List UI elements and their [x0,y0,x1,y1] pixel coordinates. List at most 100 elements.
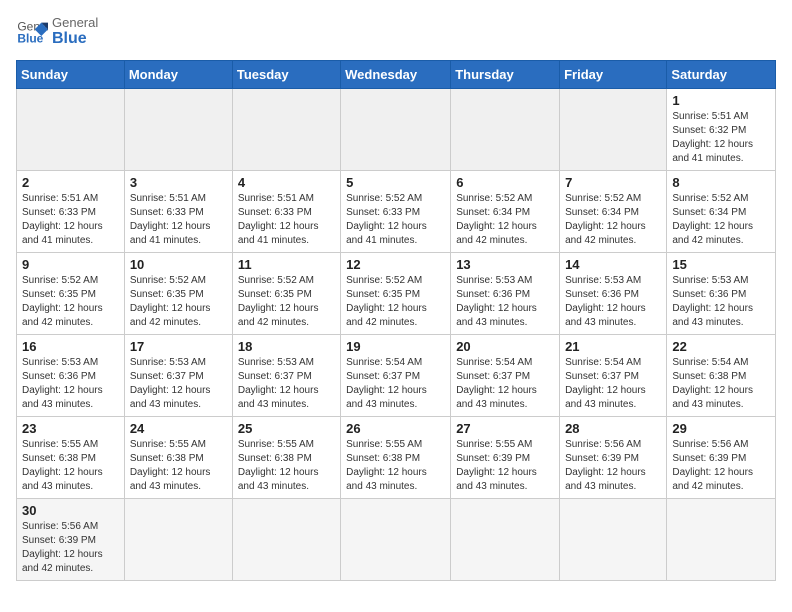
calendar-cell: 30 Sunrise: 5:56 AM Sunset: 6:39 PM Dayli… [17,499,125,581]
calendar-cell: 23 Sunrise: 5:55 AM Sunset: 6:38 PM Dayli… [17,417,125,499]
calendar-cell [124,499,232,581]
calendar-cell: 5Sunrise: 5:52 AM Sunset: 6:33 PM Daylig… [341,171,451,253]
day-number: 16 [22,339,119,354]
day-number: 23 [22,421,119,436]
day-number: 26 [346,421,445,436]
day-info: Sunrise: 5:52 AM Sunset: 6:34 PM Dayligh… [672,192,770,248]
calendar-cell: 20Sunrise: 5:54 AM Sunset: 6:37 PM Dayli… [451,335,560,417]
logo-icon: General Blue [16,16,48,48]
day-number: 1 [672,93,770,108]
calendar-cell: 6 Sunrise: 5:52 AM Sunset: 6:34 PM Daylig… [451,171,560,253]
day-number: 4 [238,175,335,190]
calendar-cell: 14 Sunrise: 5:53 AM Sunset: 6:36 PM Dayli… [560,253,667,335]
calendar-cell [560,499,667,581]
weekday-friday: Friday [560,61,667,89]
day-number: 7 [565,175,661,190]
day-info: Sunrise: 5:55 AM Sunset: 6:38 PM Dayligh… [238,438,335,494]
day-number: 19 [346,339,445,354]
calendar-cell [560,89,667,171]
day-info: Sunrise: 5:54 AM Sunset: 6:38 PM Dayligh… [672,356,770,412]
day-info: Sunrise: 5:55 AM Sunset: 6:39 PM Dayligh… [456,438,554,494]
logo: General Blue General Blue [16,16,98,48]
day-info: Sunrise: 5:56 AM Sunset: 6:39 PM Dayligh… [22,520,119,576]
calendar-cell: 28 Sunrise: 5:56 AM Sunset: 6:39 PM Dayli… [560,417,667,499]
calendar-cell: 16 Sunrise: 5:53 AM Sunset: 6:36 PM Dayli… [17,335,125,417]
day-number: 29 [672,421,770,436]
day-info: Sunrise: 5:54 AM Sunset: 6:37 PM Dayligh… [456,356,554,412]
day-info: Sunrise: 5:55 AM Sunset: 6:38 PM Dayligh… [130,438,227,494]
calendar-cell: 22 Sunrise: 5:54 AM Sunset: 6:38 PM Dayli… [667,335,776,417]
calendar-cell: 4Sunrise: 5:51 AM Sunset: 6:33 PM Daylig… [232,171,340,253]
calendar-cell: 7Sunrise: 5:52 AM Sunset: 6:34 PM Daylig… [560,171,667,253]
calendar-cell: 8 Sunrise: 5:52 AM Sunset: 6:34 PM Daylig… [667,171,776,253]
calendar-cell [341,89,451,171]
calendar-cell: 2 Sunrise: 5:51 AM Sunset: 6:33 PM Daylig… [17,171,125,253]
day-number: 2 [22,175,119,190]
calendar-cell: 15 Sunrise: 5:53 AM Sunset: 6:36 PM Dayli… [667,253,776,335]
calendar-cell [451,89,560,171]
calendar-cell: 13Sunrise: 5:53 AM Sunset: 6:36 PM Dayli… [451,253,560,335]
day-info: Sunrise: 5:51 AM Sunset: 6:32 PM Dayligh… [672,110,770,166]
calendar-cell [17,89,125,171]
calendar-cell [667,499,776,581]
day-number: 30 [22,503,119,518]
day-number: 12 [346,257,445,272]
day-info: Sunrise: 5:55 AM Sunset: 6:38 PM Dayligh… [346,438,445,494]
day-number: 14 [565,257,661,272]
day-number: 17 [130,339,227,354]
calendar: SundayMondayTuesdayWednesdayThursdayFrid… [16,60,776,581]
calendar-cell: 1 Sunrise: 5:51 AM Sunset: 6:32 PM Daylig… [667,89,776,171]
day-info: Sunrise: 5:53 AM Sunset: 6:37 PM Dayligh… [130,356,227,412]
calendar-cell: 19 Sunrise: 5:54 AM Sunset: 6:37 PM Dayli… [341,335,451,417]
day-info: Sunrise: 5:53 AM Sunset: 6:36 PM Dayligh… [22,356,119,412]
day-number: 22 [672,339,770,354]
calendar-cell: 29Sunrise: 5:56 AM Sunset: 6:39 PM Dayli… [667,417,776,499]
day-number: 11 [238,257,335,272]
calendar-cell: 10Sunrise: 5:52 AM Sunset: 6:35 PM Dayli… [124,253,232,335]
week-row-5: 23 Sunrise: 5:55 AM Sunset: 6:38 PM Dayli… [17,417,776,499]
day-number: 24 [130,421,227,436]
calendar-cell: 25Sunrise: 5:55 AM Sunset: 6:38 PM Dayli… [232,417,340,499]
day-info: Sunrise: 5:51 AM Sunset: 6:33 PM Dayligh… [130,192,227,248]
day-number: 28 [565,421,661,436]
day-info: Sunrise: 5:52 AM Sunset: 6:35 PM Dayligh… [22,274,119,330]
weekday-tuesday: Tuesday [232,61,340,89]
week-row-6: 30 Sunrise: 5:56 AM Sunset: 6:39 PM Dayli… [17,499,776,581]
day-info: Sunrise: 5:52 AM Sunset: 6:35 PM Dayligh… [238,274,335,330]
weekday-thursday: Thursday [451,61,560,89]
day-number: 10 [130,257,227,272]
day-number: 6 [456,175,554,190]
day-info: Sunrise: 5:52 AM Sunset: 6:35 PM Dayligh… [346,274,445,330]
day-info: Sunrise: 5:52 AM Sunset: 6:34 PM Dayligh… [456,192,554,248]
week-row-3: 9 Sunrise: 5:52 AM Sunset: 6:35 PM Daylig… [17,253,776,335]
calendar-cell [451,499,560,581]
calendar-cell [341,499,451,581]
day-number: 8 [672,175,770,190]
calendar-cell: 27 Sunrise: 5:55 AM Sunset: 6:39 PM Dayli… [451,417,560,499]
day-info: Sunrise: 5:55 AM Sunset: 6:38 PM Dayligh… [22,438,119,494]
weekday-wednesday: Wednesday [341,61,451,89]
day-number: 18 [238,339,335,354]
day-info: Sunrise: 5:53 AM Sunset: 6:36 PM Dayligh… [672,274,770,330]
day-info: Sunrise: 5:56 AM Sunset: 6:39 PM Dayligh… [565,438,661,494]
weekday-monday: Monday [124,61,232,89]
day-info: Sunrise: 5:53 AM Sunset: 6:37 PM Dayligh… [238,356,335,412]
week-row-1: 1 Sunrise: 5:51 AM Sunset: 6:32 PM Daylig… [17,89,776,171]
day-number: 15 [672,257,770,272]
day-info: Sunrise: 5:51 AM Sunset: 6:33 PM Dayligh… [22,192,119,248]
calendar-cell: 17 Sunrise: 5:53 AM Sunset: 6:37 PM Dayli… [124,335,232,417]
weekday-saturday: Saturday [667,61,776,89]
day-info: Sunrise: 5:53 AM Sunset: 6:36 PM Dayligh… [565,274,661,330]
day-info: Sunrise: 5:53 AM Sunset: 6:36 PM Dayligh… [456,274,554,330]
calendar-cell: 26 Sunrise: 5:55 AM Sunset: 6:38 PM Dayli… [341,417,451,499]
day-info: Sunrise: 5:54 AM Sunset: 6:37 PM Dayligh… [346,356,445,412]
calendar-cell [232,499,340,581]
day-number: 9 [22,257,119,272]
calendar-cell: 24 Sunrise: 5:55 AM Sunset: 6:38 PM Dayli… [124,417,232,499]
weekday-header-row: SundayMondayTuesdayWednesdayThursdayFrid… [17,61,776,89]
calendar-cell: 21Sunrise: 5:54 AM Sunset: 6:37 PM Dayli… [560,335,667,417]
day-info: Sunrise: 5:54 AM Sunset: 6:37 PM Dayligh… [565,356,661,412]
week-row-2: 2 Sunrise: 5:51 AM Sunset: 6:33 PM Daylig… [17,171,776,253]
calendar-cell: 11 Sunrise: 5:52 AM Sunset: 6:35 PM Dayli… [232,253,340,335]
day-number: 27 [456,421,554,436]
